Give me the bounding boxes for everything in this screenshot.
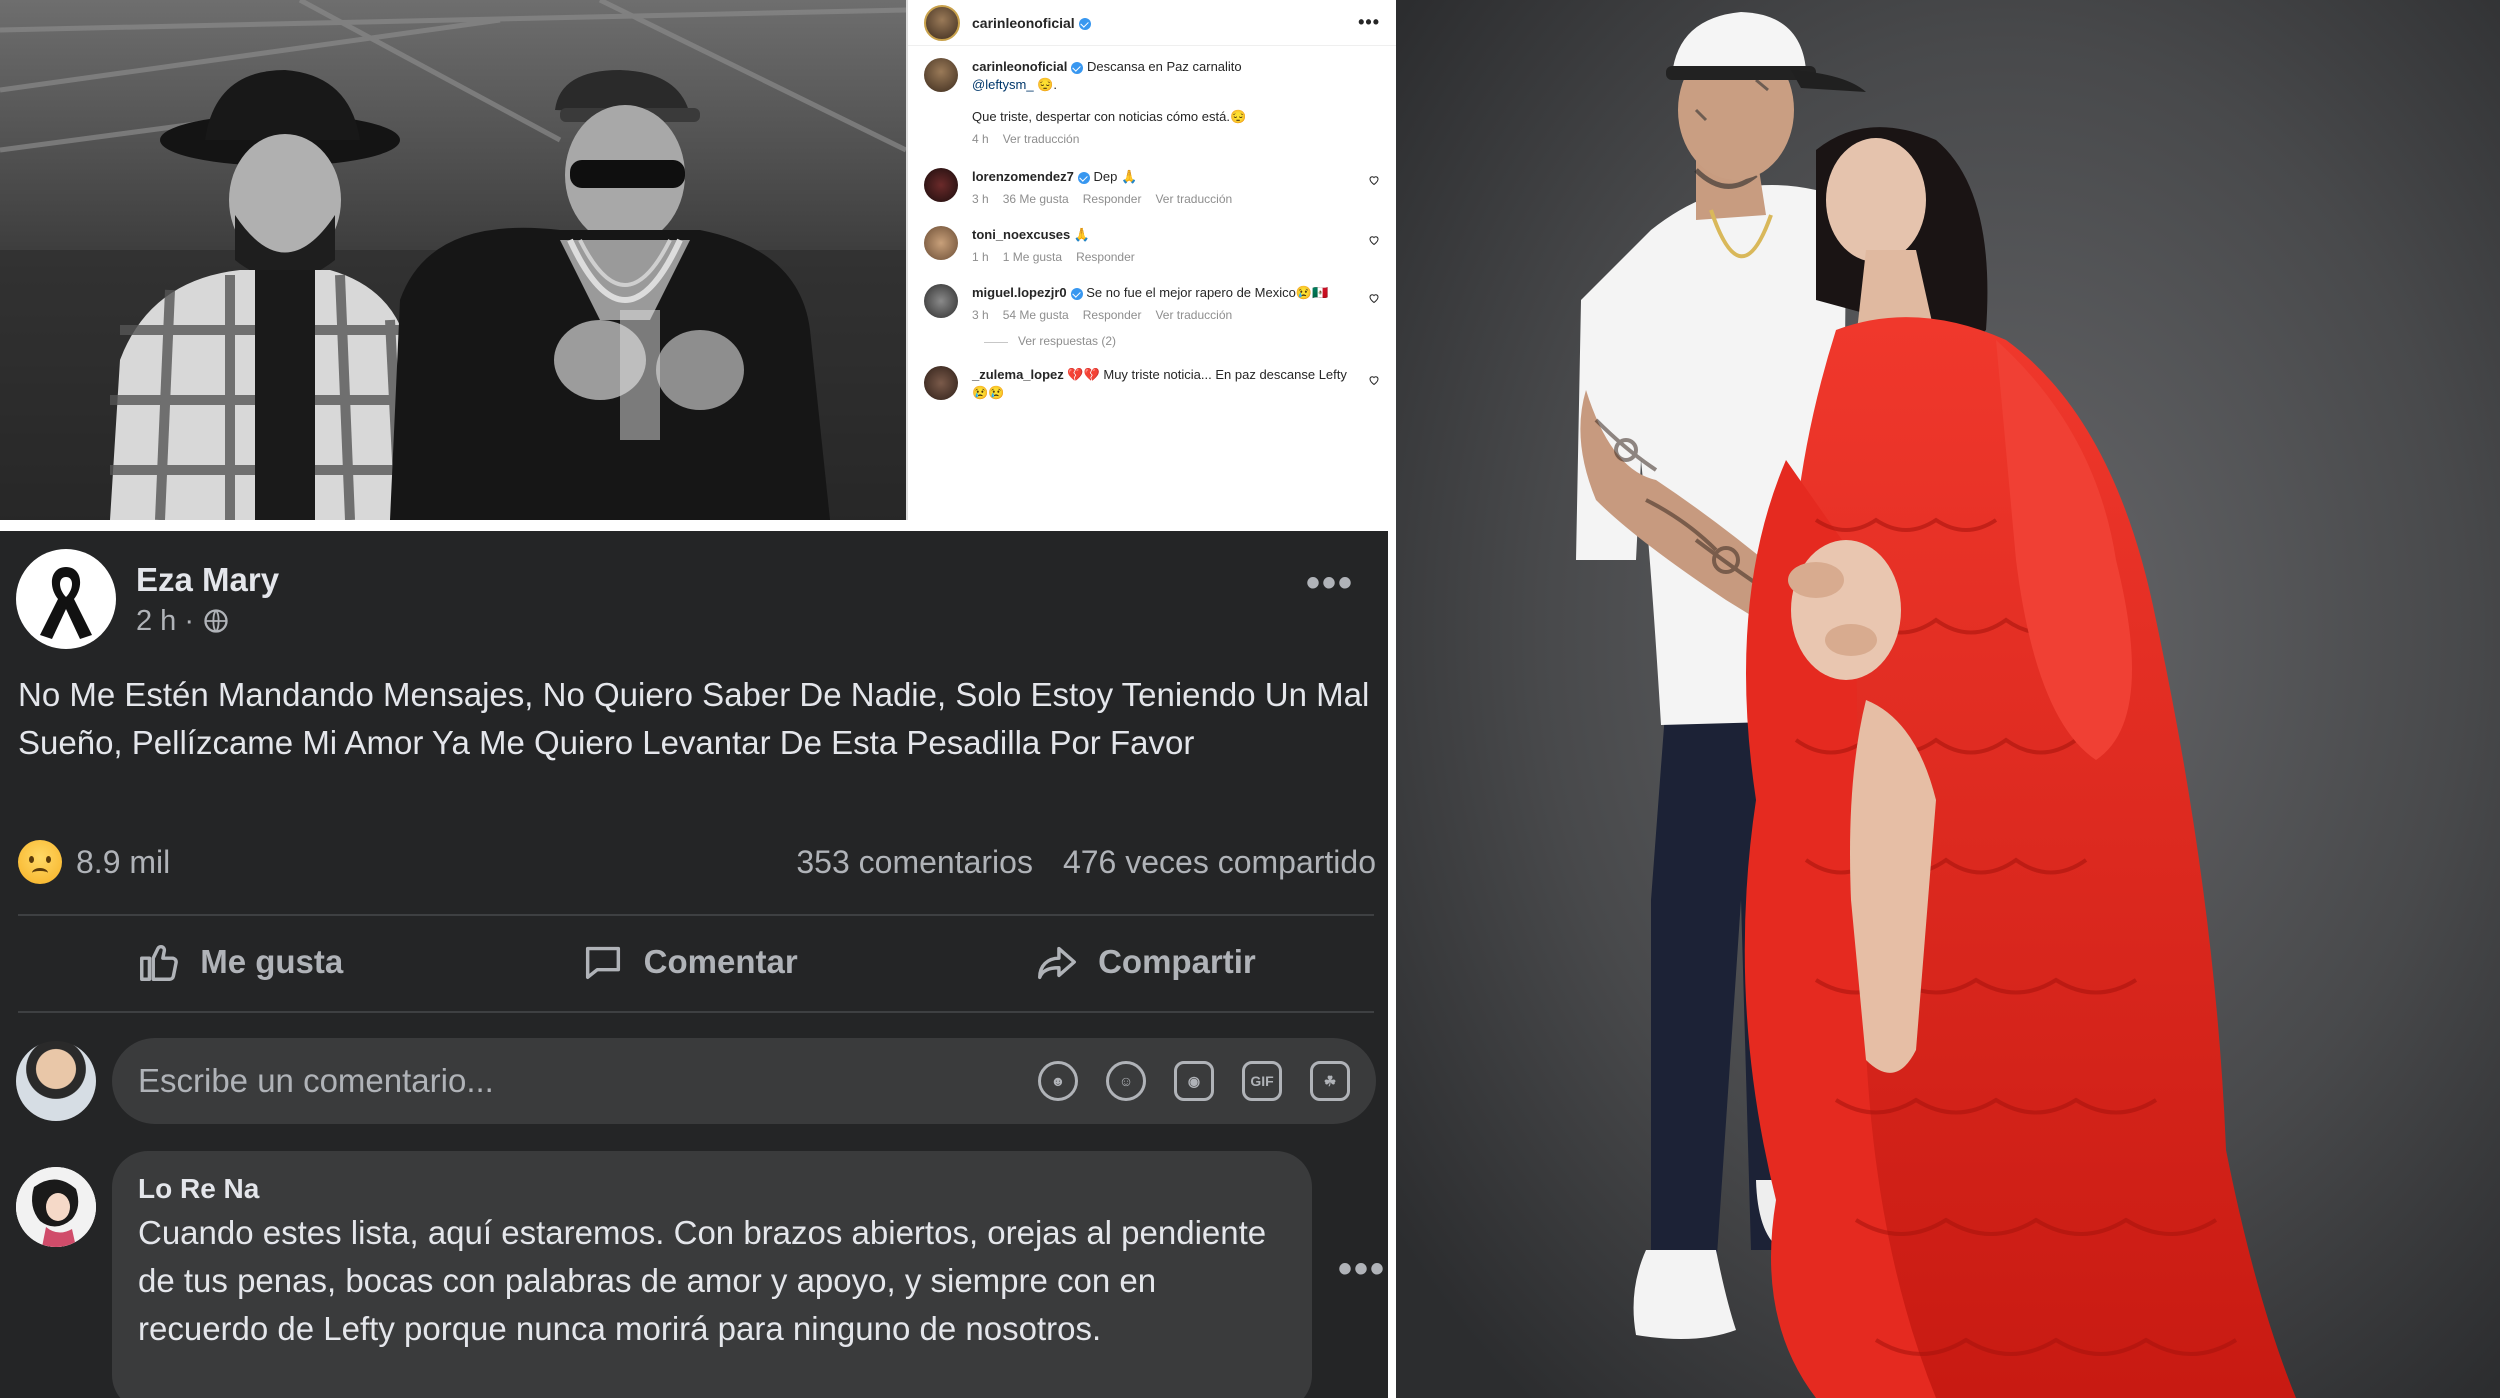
ig-comment: toni_noexcuses 🙏 1 h 1 Me gusta Responder xyxy=(908,214,1396,272)
fb-post-stats: 8.9 mil 353 comentarios 476 veces compar… xyxy=(18,837,1376,887)
ig-comment-time: 1 h xyxy=(972,250,989,264)
facebook-post: Eza Mary 2 h · ••• No Me Estén Mandando … xyxy=(0,531,1388,1398)
ig-see-translation[interactable]: Ver traducción xyxy=(1155,308,1232,322)
bw-photo-two-men xyxy=(0,0,906,520)
ig-comment-user[interactable]: _zulema_lopez xyxy=(972,367,1064,382)
reply-bubble: Lo Re Na Cuando estes lista, aquí estare… xyxy=(112,1151,1312,1398)
share-button-label: Compartir xyxy=(1098,943,1256,980)
ig-comment-time: 3 h xyxy=(972,308,989,322)
like-button[interactable]: Me gusta xyxy=(136,939,343,985)
ig-caption-text: Descansa en Paz carnalito xyxy=(1087,59,1242,74)
ig-view-replies-button[interactable]: Ver respuestas (2) xyxy=(908,330,1396,354)
ig-comment-likes[interactable]: 36 Me gusta xyxy=(1003,192,1069,206)
fb-author-name[interactable]: Eza Mary xyxy=(136,561,279,599)
ig-comment-time: 3 h xyxy=(972,192,989,206)
bw-photo-illustration xyxy=(0,0,906,520)
ig-see-translation[interactable]: Ver traducción xyxy=(1155,192,1232,206)
emoji-icon[interactable]: ☺ xyxy=(1106,1061,1146,1101)
fb-author-avatar[interactable] xyxy=(16,549,116,649)
verified-badge-icon xyxy=(1070,287,1083,300)
ig-more-options-button[interactable]: ••• xyxy=(1358,12,1380,33)
camera-icon[interactable]: ◉ xyxy=(1174,1061,1214,1101)
collage-divider xyxy=(0,520,1396,531)
heart-outline-icon[interactable] xyxy=(1368,234,1380,246)
ig-caption-text-2: Que triste, despertar con noticias cómo … xyxy=(972,109,1247,124)
ig-comment: lorenzomendez7 Dep 🙏 3 h 36 Me gusta Respo… xyxy=(908,154,1396,214)
comment-bubble-icon xyxy=(585,946,620,980)
sticker-icon[interactable]: ☘ xyxy=(1310,1061,1350,1101)
ig-account-name[interactable]: carinleonoficial xyxy=(972,15,1091,31)
ig-comment-avatar[interactable] xyxy=(924,168,958,202)
ig-reply-button[interactable]: Responder xyxy=(1083,308,1142,322)
like-thumb-icon xyxy=(140,944,179,981)
ig-comment-likes[interactable]: 54 Me gusta xyxy=(1003,308,1069,322)
fb-post-header: Eza Mary 2 h · xyxy=(16,549,279,649)
fb-comment-count[interactable]: 353 comentarios xyxy=(796,844,1033,881)
verified-badge-icon xyxy=(1077,171,1090,184)
black-ribbon-icon xyxy=(40,567,92,639)
collage-divider xyxy=(1388,520,1396,1398)
sticker-avatar-icon[interactable]: ☻ xyxy=(1038,1061,1078,1101)
reply-more-options-button[interactable]: ••• xyxy=(1338,1247,1386,1292)
ig-comment-user[interactable]: toni_noexcuses xyxy=(972,227,1070,242)
ig-account-avatar[interactable] xyxy=(924,4,960,41)
comment-button-label: Comentar xyxy=(643,943,798,980)
ig-mention-link[interactable]: @leftysm_ xyxy=(972,77,1034,92)
verified-badge-icon xyxy=(1071,61,1084,74)
ig-caption-time: 4 h xyxy=(972,132,989,146)
ig-caption-avatar[interactable] xyxy=(924,58,958,92)
heart-outline-icon[interactable] xyxy=(1368,292,1380,304)
heart-outline-icon[interactable] xyxy=(1368,374,1380,386)
fb-divider xyxy=(18,914,1374,916)
fb-post-time-text: 2 h · xyxy=(136,604,195,637)
fb-post-text: No Me Estén Mandando Mensajes, No Quiero… xyxy=(18,676,1370,761)
reply-avatar-illustration xyxy=(16,1167,96,1247)
ig-comment-likes[interactable]: 1 Me gusta xyxy=(1003,250,1062,264)
fb-divider xyxy=(18,1011,1374,1013)
heart-outline-icon[interactable] xyxy=(1368,174,1380,186)
fb-post-time[interactable]: 2 h · xyxy=(136,605,279,638)
collage: carinleonoficial ••• carinleonoficial De… xyxy=(0,0,2500,1398)
ig-caption-user[interactable]: carinleonoficial xyxy=(972,59,1067,74)
verified-badge-icon xyxy=(1078,17,1091,30)
ig-comment-text: Se no fue el mejor rapero de Mexico😢🇲🇽 xyxy=(1086,285,1329,300)
ig-comment-avatar[interactable] xyxy=(924,366,958,400)
comment-input[interactable]: Escribe un comentario... ☻ ☺ ◉ GIF ☘ xyxy=(112,1038,1376,1124)
ig-comment-avatar[interactable] xyxy=(924,226,958,260)
comment-input-placeholder: Escribe un comentario... xyxy=(138,1062,494,1099)
reply-author-avatar[interactable] xyxy=(16,1167,96,1247)
share-button[interactable]: Compartir xyxy=(1034,939,1256,985)
ig-comment-text: 🙏 xyxy=(1073,227,1091,242)
ig-comment-avatar[interactable] xyxy=(924,284,958,318)
comment-button[interactable]: Comentar xyxy=(580,939,798,985)
sad-reaction-icon xyxy=(18,840,62,884)
ig-reply-button[interactable]: Responder xyxy=(1076,250,1135,264)
ig-caption-emoji: 😔. xyxy=(1037,77,1058,92)
fb-comment-composer: Escribe un comentario... ☻ ☺ ◉ GIF ☘ xyxy=(16,1036,1376,1126)
fb-more-options-button[interactable]: ••• xyxy=(1306,561,1354,606)
fb-action-bar: Me gusta Comentar Compartir xyxy=(18,919,1374,1005)
ig-comment: miguel.lopezjr0 Se no fue el mejor raper… xyxy=(908,272,1396,330)
ig-see-translation[interactable]: Ver traducción xyxy=(1003,132,1080,146)
globe-icon xyxy=(204,609,228,633)
ig-post-header: carinleonoficial ••• xyxy=(908,0,1396,46)
fb-reaction-count[interactable]: 8.9 mil xyxy=(76,844,170,881)
like-button-label: Me gusta xyxy=(200,943,344,980)
ig-caption: carinleonoficial Descansa en Paz carnali… xyxy=(908,46,1396,154)
ig-comment-user[interactable]: lorenzomendez7 xyxy=(972,169,1074,184)
fb-share-count[interactable]: 476 veces compartido xyxy=(1063,844,1376,881)
reply-text: Cuando estes lista, aquí estaremos. Con … xyxy=(138,1214,1267,1347)
reply-author-name[interactable]: Lo Re Na xyxy=(138,1173,1286,1205)
share-arrow-icon xyxy=(1038,946,1077,980)
couple-photo-illustration xyxy=(1396,0,2500,1398)
ig-comment: _zulema_lopez 💔💔 Muy triste noticia... E… xyxy=(908,354,1396,408)
instagram-comments-panel: carinleonoficial ••• carinleonoficial De… xyxy=(906,0,1396,520)
couple-maternity-photo xyxy=(1396,0,2500,1398)
current-user-avatar[interactable] xyxy=(16,1041,96,1121)
ig-reply-button[interactable]: Responder xyxy=(1083,192,1142,206)
gif-icon[interactable]: GIF xyxy=(1242,1061,1282,1101)
ig-comment-text: Dep 🙏 xyxy=(1093,169,1138,184)
ig-comment-user[interactable]: miguel.lopezjr0 xyxy=(972,285,1067,300)
